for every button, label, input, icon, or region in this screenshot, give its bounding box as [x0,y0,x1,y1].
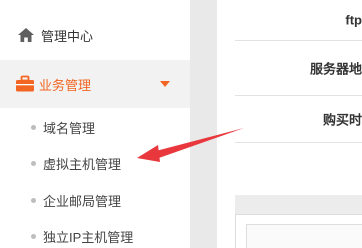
app-window: 管理中心 业务管理 域名管理 虚拟主机管理 企业邮局管理 独立IP主机管理 ft… [0,0,362,248]
bullet-icon [31,233,36,239]
briefcase-icon [16,75,34,92]
row-label-purchase-time: 购买时 [322,112,362,128]
sidebar-item-label: 企业邮局管理 [43,193,122,209]
sidebar-item-enterprise-mail-management[interactable]: 企业邮局管理 [0,188,190,212]
details-table: ftp 服务器地 购买时 [235,0,362,195]
sidebar-item-dedicated-ip-host-management[interactable]: 独立IP主机管理 [0,224,190,248]
chevron-down-icon[interactable] [160,81,170,87]
table-row: 购买时 [235,96,362,143]
layout-gutter [190,0,217,248]
sidebar-item-label: 独立IP主机管理 [43,229,134,245]
sidebar-item-domain-management[interactable]: 域名管理 [0,115,190,139]
sidebar-item-virtual-host-management[interactable]: 虚拟主机管理 [0,151,190,175]
sidebar-item-label: 管理中心 [41,28,94,44]
sidebar-item-management-center[interactable]: 管理中心 [0,12,190,58]
bullet-icon [31,160,36,166]
sidebar-item-label: 域名管理 [43,120,96,136]
sidebar-section-business-management[interactable]: 业务管理 [0,60,190,108]
sidebar-section-label: 业务管理 [39,77,92,93]
bullet-icon [31,124,36,130]
content-margin [217,0,235,248]
sidebar-item-label: 虚拟主机管理 [43,156,122,172]
content-panel [235,214,362,248]
row-label-ftp: ftp [345,12,362,28]
table-row: ftp [235,0,362,41]
content-panel-inner [246,224,362,248]
bullet-icon [31,197,36,203]
sidebar: 管理中心 业务管理 域名管理 虚拟主机管理 企业邮局管理 独立IP主机管理 [0,0,190,248]
row-label-server-address: 服务器地 [309,61,362,77]
home-icon [18,28,34,42]
table-row: 服务器地 [235,41,362,96]
